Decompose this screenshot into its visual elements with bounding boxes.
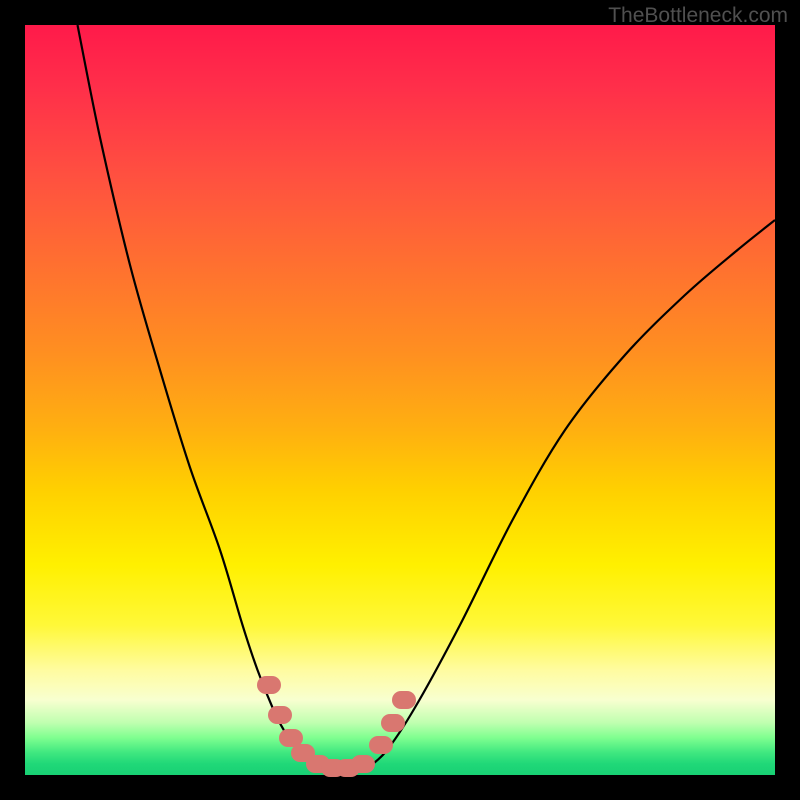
chart-area bbox=[25, 25, 775, 775]
data-marker bbox=[257, 676, 281, 694]
watermark-text: TheBottleneck.com bbox=[608, 4, 788, 28]
data-marker bbox=[351, 755, 375, 773]
data-marker bbox=[369, 736, 393, 754]
data-marker bbox=[268, 706, 292, 724]
markers-layer bbox=[25, 25, 775, 775]
data-marker bbox=[381, 714, 405, 732]
data-marker bbox=[392, 691, 416, 709]
